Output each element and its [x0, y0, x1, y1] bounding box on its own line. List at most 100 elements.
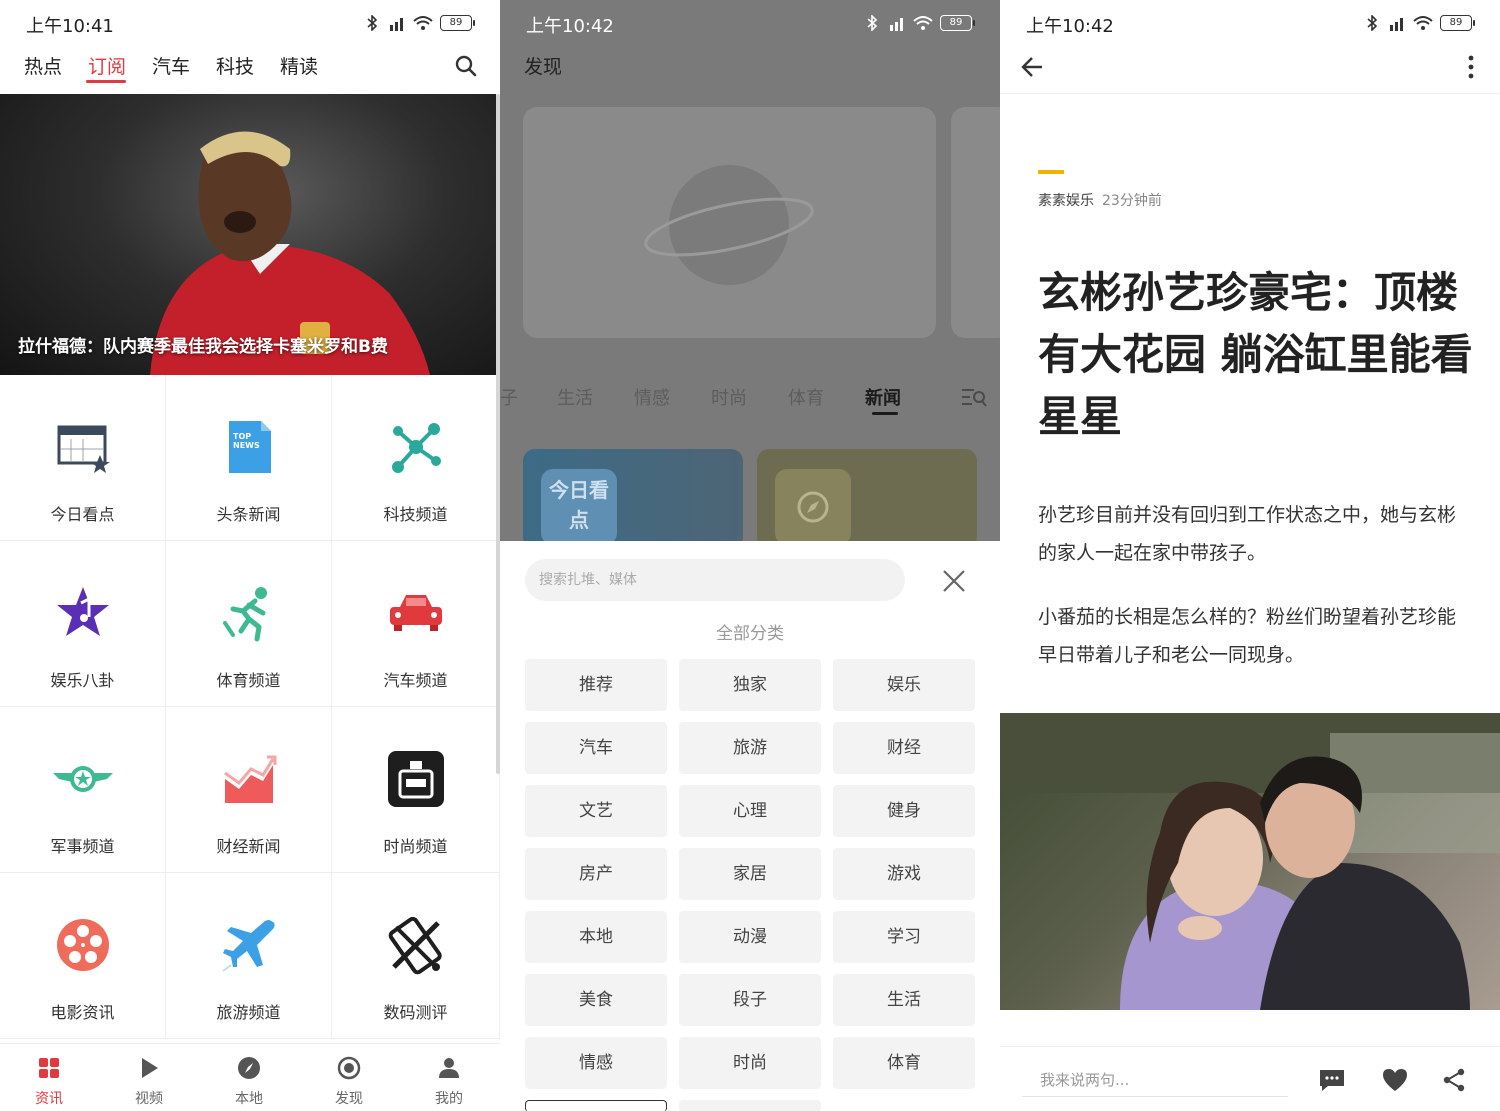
channel-movie[interactable]: 电影资讯	[0, 873, 166, 1039]
star-music-icon	[56, 587, 109, 636]
category-chip[interactable]: 游戏	[833, 848, 975, 900]
category-tab-active[interactable]: 新闻	[865, 384, 901, 410]
article-source-line: 素素娱乐 23分钟前	[1038, 190, 1162, 210]
category-chip[interactable]: 家居	[679, 848, 821, 900]
status-time: 上午10:41	[26, 16, 114, 37]
article-screen: 上午10:42 89 素素娱乐 23分钟前 玄彬孙艺珍豪宅：顶楼有大花园 躺浴缸里…	[1000, 0, 1500, 1111]
film-reel-icon	[56, 919, 109, 971]
dimmed-background[interactable]: 上午10:42 89 发现 子 生活 情感 时尚 体育 新闻 今日看点	[500, 0, 1000, 549]
category-chip[interactable]: 段子	[679, 974, 821, 1026]
signal-icon	[1390, 18, 1403, 31]
status-icons: 89	[1366, 14, 1475, 32]
category-chip[interactable]: 动漫	[679, 911, 821, 963]
article-headline: 玄彬孙艺珍豪宅：顶楼有大花园 躺浴缸里能看星星	[1038, 268, 1473, 441]
category-chip[interactable]: 文艺	[525, 785, 667, 837]
category-tab[interactable]: 时尚	[711, 384, 747, 410]
comment-bar: 我来说两句...	[1000, 1046, 1500, 1111]
bottom-tab-news[interactable]: 资讯	[19, 1056, 79, 1108]
bottom-tab-video[interactable]: 视频	[119, 1056, 179, 1108]
close-icon[interactable]	[940, 567, 968, 595]
channel-tech[interactable]: 科技频道	[332, 375, 500, 541]
category-chip[interactable]: 房产	[525, 848, 667, 900]
car-icon	[389, 595, 442, 631]
category-tab[interactable]: 情感	[634, 384, 670, 410]
tab-hot[interactable]: 热点	[24, 52, 62, 79]
status-bar: 上午10:41 89	[0, 0, 500, 46]
hero-banner[interactable]: 拉什福德：队内赛季最佳我会选择卡塞米罗和B费	[0, 94, 496, 375]
category-manage-icon[interactable]	[960, 386, 988, 408]
search-icon[interactable]	[454, 54, 478, 78]
bottom-tab-label: 本地	[235, 1091, 263, 1107]
more-vertical-icon[interactable]	[1466, 54, 1476, 80]
category-chip[interactable]: 旅游	[679, 722, 821, 774]
category-tab[interactable]: 体育	[788, 384, 824, 410]
active-category-indicator	[872, 412, 898, 415]
category-chip[interactable]: 体育	[833, 1037, 975, 1089]
tab-tech[interactable]: 科技	[216, 52, 254, 79]
search-input[interactable]: 搜索扎堆、媒体	[525, 559, 905, 601]
channel-auto[interactable]: 汽车频道	[332, 541, 500, 707]
category-chip[interactable]: 推荐	[525, 659, 667, 711]
article-photo[interactable]	[1000, 713, 1500, 1010]
category-chip[interactable]: 时尚	[679, 1037, 821, 1089]
bottom-tab-discover[interactable]: 发现	[319, 1056, 379, 1108]
channel-finance[interactable]: 财经新闻	[166, 707, 332, 873]
category-chip[interactable]: 健身	[833, 785, 975, 837]
compass-logo-icon	[775, 469, 851, 545]
comment-input[interactable]: 我来说两句...	[1022, 1067, 1288, 1097]
page-title: 发现	[524, 56, 563, 78]
planet-ring	[644, 197, 814, 257]
channel-fashion[interactable]: 时尚频道	[332, 707, 500, 873]
channel-military[interactable]: 军事频道	[0, 707, 166, 873]
category-tab[interactable]: 子	[500, 384, 518, 410]
channel-label: 数码测评	[383, 1003, 448, 1022]
article-paragraph: 孙艺珍目前并没有回归到工作状态之中，她与玄彬的家人一起在家中带孩子。	[1038, 504, 1457, 564]
back-arrow-icon[interactable]	[1020, 54, 1046, 80]
bottom-tab-local[interactable]: 本地	[219, 1056, 279, 1108]
channel-label: 时尚频道	[383, 837, 448, 856]
channel-today[interactable]: 今日看点	[0, 375, 166, 541]
share-icon[interactable]	[1440, 1067, 1468, 1093]
channel-sports[interactable]: 体育频道	[166, 541, 332, 707]
article-header	[1000, 46, 1500, 94]
tab-featured[interactable]: 精读	[280, 52, 318, 79]
active-tab-indicator	[86, 80, 126, 83]
comment-icon[interactable]	[1318, 1067, 1346, 1093]
category-chip[interactable]: 本地	[525, 911, 667, 963]
status-icons: 89	[866, 14, 975, 32]
category-chip[interactable]: 美食	[525, 974, 667, 1026]
status-time: 上午10:42	[526, 16, 614, 37]
category-chip[interactable]: 汽车	[525, 722, 667, 774]
channel-entertainment[interactable]: 娱乐八卦	[0, 541, 166, 707]
target-icon	[337, 1056, 361, 1080]
banner-card-next[interactable]	[951, 107, 1000, 338]
category-chip[interactable]: 财经	[833, 722, 975, 774]
status-bar: 上午10:42 89	[1000, 0, 1500, 46]
category-chip[interactable]: 情感	[525, 1037, 667, 1089]
user-icon	[439, 1058, 459, 1078]
channel-top-news[interactable]: TOP NEWS 头条新闻	[166, 375, 332, 541]
category-chip[interactable]: 心理	[679, 785, 821, 837]
bottom-nav-bar: 资讯 视频 本地 发现 我的	[0, 1043, 500, 1111]
subscription-card[interactable]: 今日看点	[523, 449, 743, 549]
category-chip-partial[interactable]	[525, 1100, 667, 1111]
tab-subscribe[interactable]: 订阅	[88, 52, 126, 79]
category-chip[interactable]: 学习	[833, 911, 975, 963]
channel-label: 军事频道	[50, 837, 115, 856]
category-chip[interactable]: 独家	[679, 659, 821, 711]
subscription-card[interactable]	[757, 449, 977, 549]
battery-indicator: 89	[940, 15, 975, 31]
channel-digital[interactable]: 数码测评	[332, 873, 500, 1039]
heart-icon[interactable]	[1381, 1067, 1409, 1093]
bottom-tab-me[interactable]: 我的	[419, 1056, 479, 1108]
category-chip-partial[interactable]	[679, 1100, 821, 1111]
tab-auto[interactable]: 汽车	[152, 52, 190, 79]
category-tab[interactable]: 生活	[557, 384, 593, 410]
category-chip[interactable]: 生活	[833, 974, 975, 1026]
runner-icon	[222, 587, 267, 642]
channel-travel[interactable]: 旅游频道	[166, 873, 332, 1039]
banner-card[interactable]	[523, 107, 936, 338]
category-chip[interactable]: 娱乐	[833, 659, 975, 711]
source-name[interactable]: 素素娱乐	[1038, 193, 1094, 209]
bluetooth-icon	[1367, 15, 1378, 31]
